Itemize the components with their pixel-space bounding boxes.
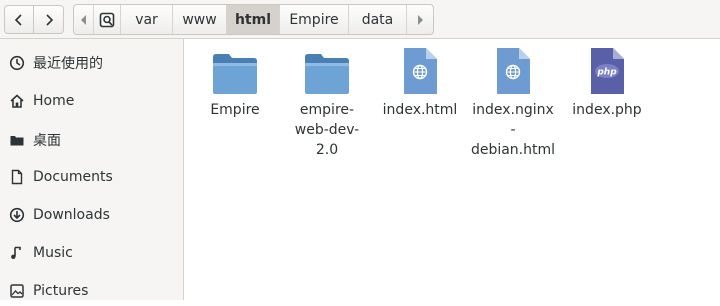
path-crumb-www[interactable]: www [173,5,227,34]
path-crumb-html[interactable]: html [227,5,280,34]
sidebar-item-desktop[interactable]: 桌面 [0,125,183,155]
arrow-left-icon [80,14,86,25]
sidebar-item-downloads[interactable]: Downloads [0,200,183,230]
sidebar-item-music[interactable]: Music [0,238,183,268]
document-icon [8,168,26,186]
header-bar: var www html Empire data [0,0,720,39]
folder-icon [210,45,260,95]
file-grid: Empire empire-web-dev-2.0 index.html ind… [184,39,720,300]
file-name: empire-web-dev-2.0 [294,102,360,158]
drive-icon [99,12,115,27]
file-item-empire[interactable]: Empire [192,45,278,120]
sidebar-item-documents[interactable]: Documents [0,162,183,192]
sidebar-item-label: Documents [33,169,113,185]
file-item-index-html[interactable]: index.html [377,45,463,120]
sidebar-item-label: Music [33,245,73,261]
clock-icon [8,54,26,72]
path-bar: var www html Empire data [73,4,434,35]
sidebar-item-pictures[interactable]: Pictures [0,276,183,306]
file-name: index.html [382,102,458,118]
path-crumb-var[interactable]: var [121,5,173,34]
file-item-index-php[interactable]: php index.php [564,45,650,120]
html-file-icon [395,45,445,95]
php-badge: php [596,68,617,78]
file-item-empire-web-dev[interactable]: empire-web-dev-2.0 [284,45,370,160]
chevron-left-icon [14,13,22,26]
file-item-index-nginx-debian-html[interactable]: index.nginx-debian.html [470,45,556,160]
chevron-right-icon [45,13,53,26]
path-crumb-empire[interactable]: Empire [280,5,349,34]
file-name: Empire [210,102,260,118]
html-file-icon [488,45,538,95]
desktop-icon [8,131,26,149]
picture-icon [8,282,26,300]
sidebar-item-home[interactable]: Home [0,86,183,116]
sidebar-item-label: Downloads [33,207,110,223]
download-icon [8,206,26,224]
music-icon [8,244,26,262]
path-scroll-left-button[interactable] [74,5,94,34]
file-name: index.nginx-debian.html [470,102,556,158]
path-root-button[interactable] [94,5,121,34]
file-name: index.php [572,102,642,118]
forward-button[interactable] [33,5,64,34]
home-icon [8,92,26,110]
sidebar-item-label: 桌面 [33,133,61,149]
folder-icon [302,45,352,95]
sidebar-item-recent[interactable]: 最近使用的 [0,48,183,78]
sidebar: 最近使用的 Home 桌面 Documents Downloads Music … [0,39,184,300]
arrow-right-icon [418,14,423,25]
path-crumb-data[interactable]: data [349,5,407,34]
sidebar-item-label: Home [33,93,75,109]
back-button[interactable] [4,5,34,34]
path-scroll-right-button[interactable] [407,5,433,34]
sidebar-item-label: 最近使用的 [33,56,103,72]
php-file-icon: php [582,45,632,95]
sidebar-item-label: Pictures [33,283,89,299]
